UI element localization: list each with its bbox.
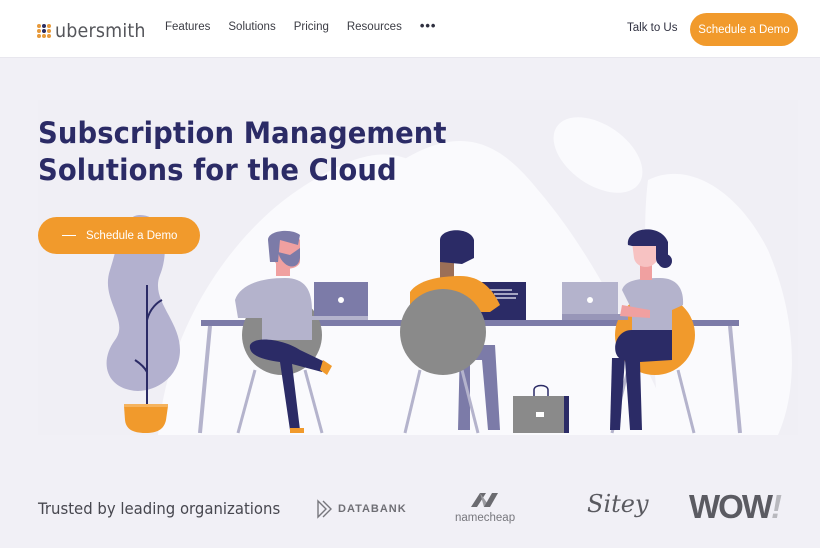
- trusted-by-label: Trusted by leading organizations: [38, 499, 281, 518]
- schedule-demo-button-hero[interactable]: Schedule a Demo: [38, 217, 200, 254]
- databank-play-icon: [317, 499, 332, 519]
- sitey-logo: Sitey: [587, 490, 649, 518]
- databank-text: DATABANK: [338, 503, 407, 515]
- hero-title-line-2: Solutions for the Cloud: [38, 153, 397, 187]
- namecheap-logo: namecheap: [455, 491, 515, 524]
- schedule-demo-label: Schedule a Demo: [86, 229, 178, 242]
- wow-exclamation: !: [770, 488, 782, 525]
- hero-title: Subscription Management Solutions for th…: [38, 115, 447, 189]
- hero-title-line-1: Subscription Management: [38, 116, 447, 150]
- wow-logo: WOW!: [689, 488, 782, 526]
- person-bearded-man: [235, 230, 368, 434]
- dash-icon: [62, 235, 76, 236]
- databank-logo: DATABANK: [316, 499, 407, 519]
- person-center-man: [400, 230, 526, 434]
- namecheap-n-icon: [471, 493, 498, 507]
- namecheap-text: namecheap: [455, 512, 516, 524]
- wow-text: WOW: [689, 488, 773, 525]
- person-woman: [562, 229, 696, 434]
- briefcase: [513, 384, 569, 433]
- team-illustration: [106, 215, 742, 434]
